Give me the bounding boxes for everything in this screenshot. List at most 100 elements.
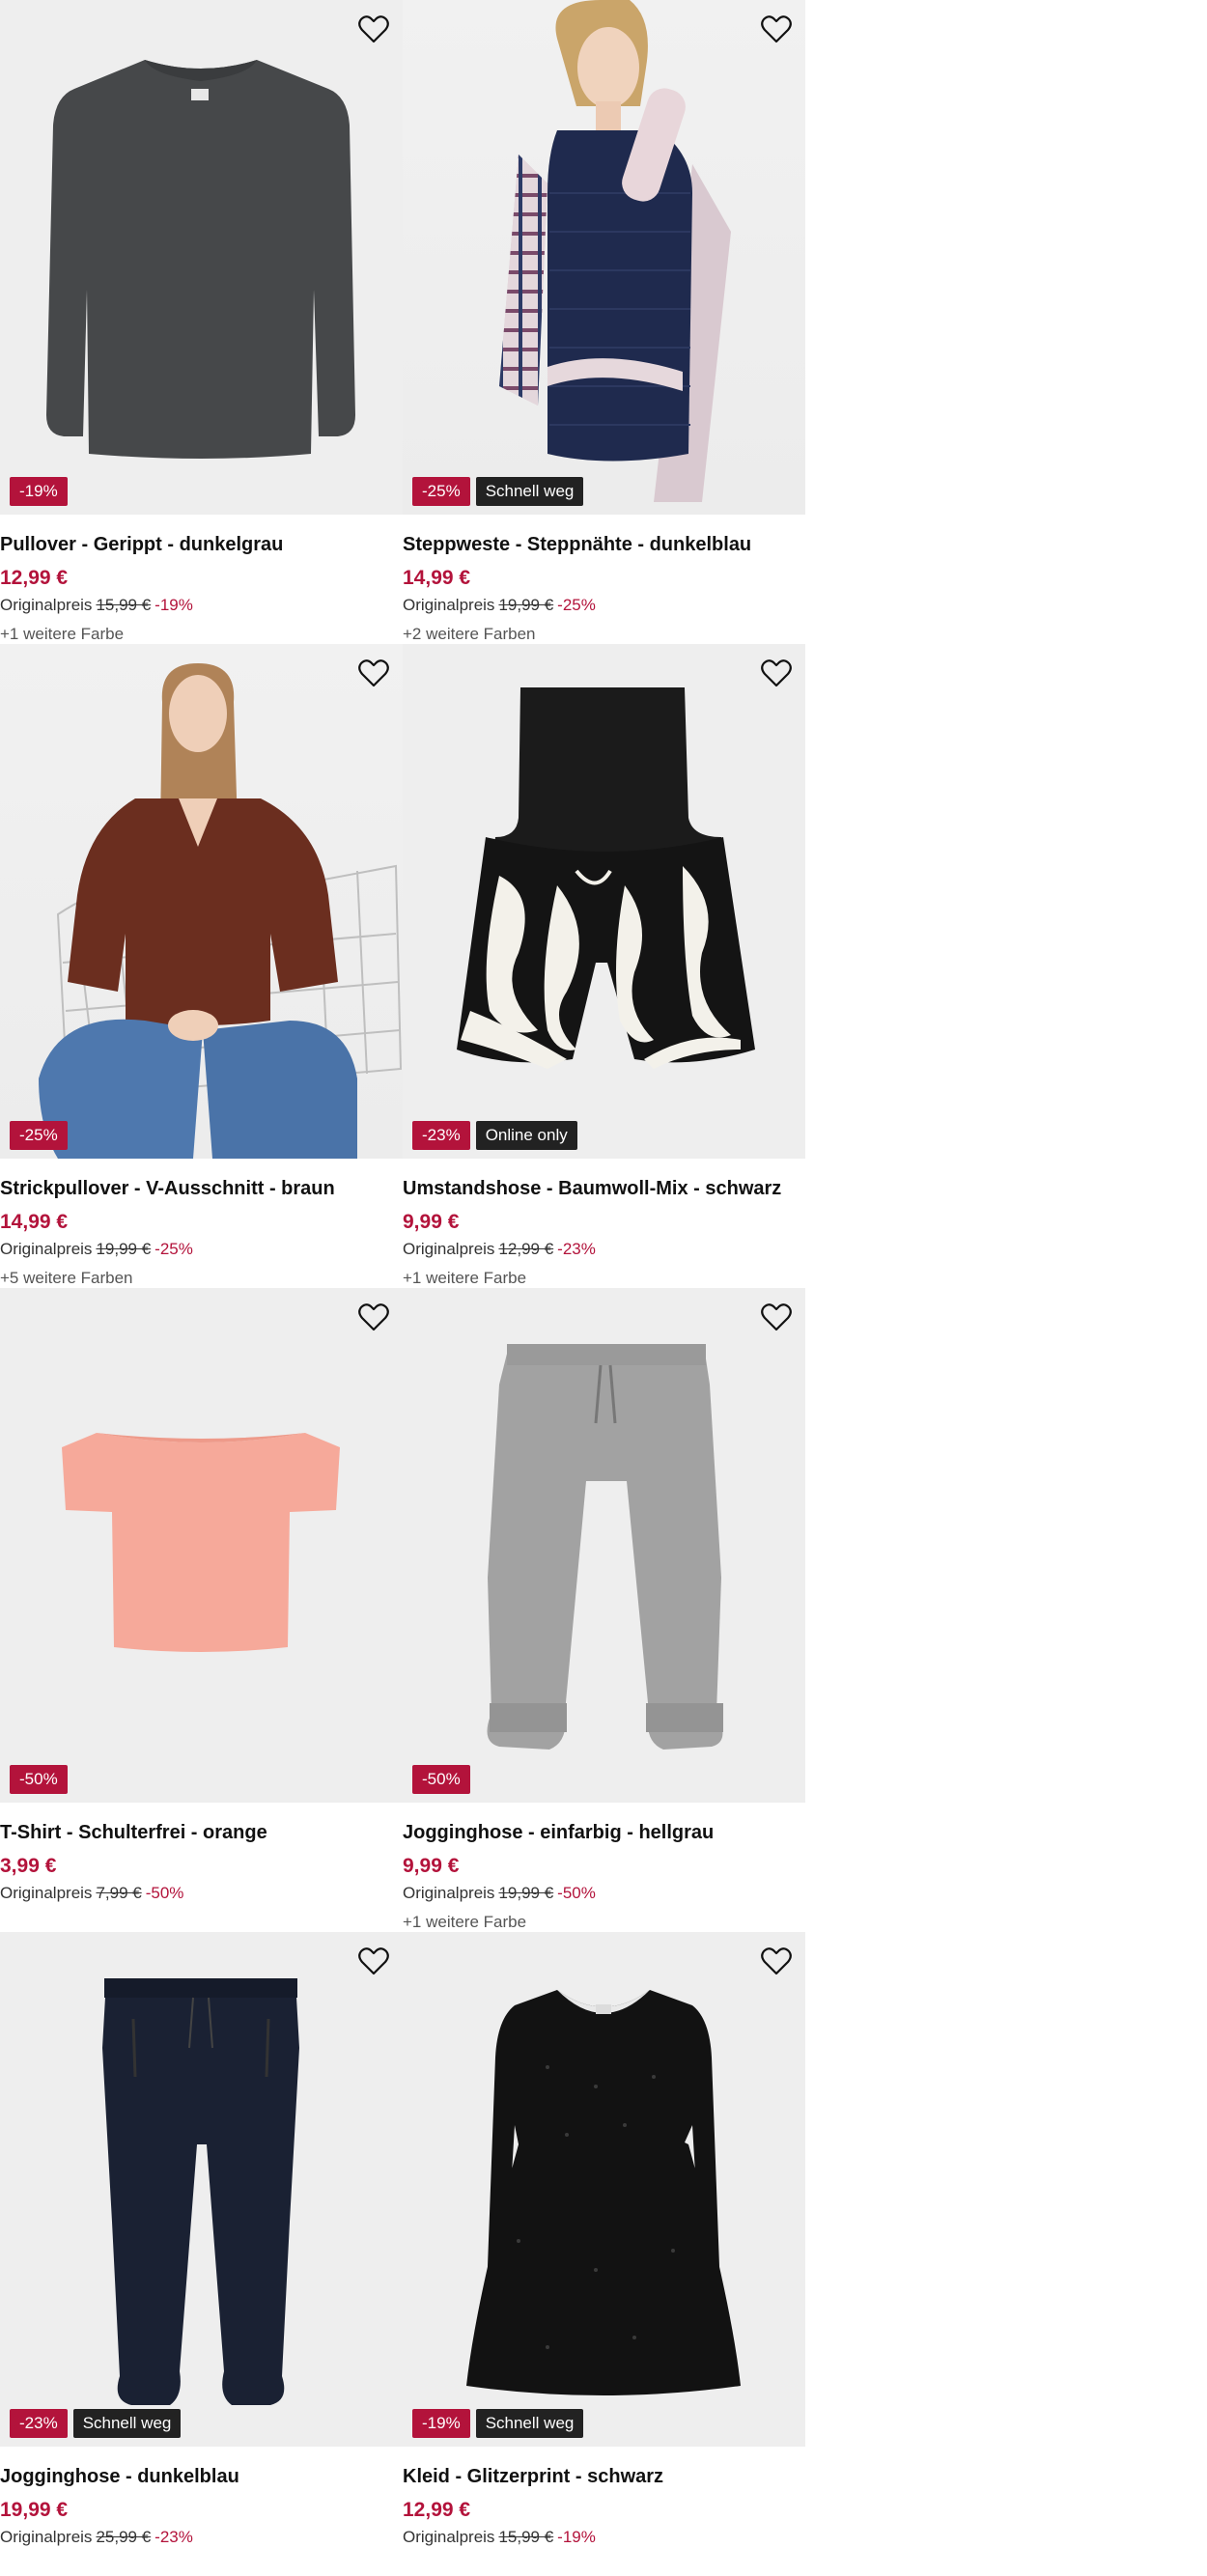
original-price-line: Originalpreis 12,99 € -23% [403,1239,805,1260]
badge-group: -19% Schnell weg [412,2409,584,2438]
product-title[interactable]: Jogginghose - einfarbig - hellgrau [403,1819,805,1846]
original-price-line: Originalpreis 25,99 € -23% [0,2527,403,2548]
discount-badge: -25% [412,477,470,506]
original-price-line: Originalpreis 19,99 € -25% [0,1239,403,1260]
status-badge: Schnell weg [72,2409,182,2438]
product-info: Pullover - Gerippt - dunkelgrau 12,99 € … [0,531,403,644]
discount-percent: -50% [145,1884,184,1902]
more-colors: +5 weitere Farben [0,1269,133,1287]
discount-badge: -19% [412,2409,470,2438]
product-title[interactable]: Umstandshose - Baumwoll-Mix - schwarz [403,1175,805,1202]
discount-percent: -25% [154,1240,193,1258]
product-price: 9,99 € [403,1855,460,1877]
more-colors: +1 weitere Farbe [0,625,125,643]
product-card[interactable]: -19% Pullover - Gerippt - dunkelgrau 12,… [0,0,403,644]
product-price: 14,99 € [0,1211,69,1233]
product-info: Umstandshose - Baumwoll-Mix - schwarz 9,… [403,1175,805,1288]
original-price: 7,99 € [96,1884,142,1902]
original-price-line: Originalpreis 19,99 € -25% [403,595,805,616]
shorts-illustration [457,687,755,1069]
original-price-line: Originalpreis 15,99 € -19% [0,595,403,616]
favorite-button[interactable] [757,1942,796,1980]
status-badge: Schnell weg [475,477,584,506]
product-info: Jogginghose - dunkelblau 19,99 € Origina… [0,2463,403,2548]
product-image[interactable] [0,0,403,515]
more-colors: +1 weitere Farbe [403,1913,527,1931]
product-card[interactable]: -50% T-Shirt - Schulterfrei - orange 3,9… [0,1288,403,1932]
product-card[interactable]: -19% Schnell weg Kleid - Glitzerprint - … [403,1932,805,2576]
product-card[interactable]: -25% Strickpullover - V-Ausschnitt - bra… [0,644,403,1288]
discount-badge: -50% [412,1765,470,1794]
discount-badge: -23% [10,2409,68,2438]
product-price: 12,99 € [403,2499,471,2521]
original-price-label: Originalpreis [0,2528,93,2546]
dress-illustration [466,1990,741,2395]
product-card[interactable]: -23% Online only Umstandshose - Baumwoll… [403,644,805,1288]
status-badge: Online only [475,1121,577,1150]
product-card[interactable]: -50% Jogginghose - einfarbig - hellgrau … [403,1288,805,1932]
product-grid: -19% Pullover - Gerippt - dunkelgrau 12,… [0,0,805,2576]
product-info: Kleid - Glitzerprint - schwarz 12,99 € O… [403,2463,805,2548]
original-price-line: Originalpreis 19,99 € -50% [403,1883,805,1904]
model-sweater-illustration [39,663,403,1159]
more-colors: +2 weitere Farben [403,625,536,643]
product-title[interactable]: Strickpullover - V-Ausschnitt - braun [0,1175,403,1202]
discount-percent: -23% [154,2528,193,2546]
more-colors: +1 weitere Farbe [403,1269,527,1287]
product-card[interactable]: -23% Schnell weg Jogginghose - dunkelbla… [0,1932,403,2576]
original-price: 25,99 € [96,2528,152,2546]
heart-outline-icon [761,1303,792,1331]
discount-percent: -25% [557,596,596,614]
favorite-button[interactable] [354,1942,393,1980]
product-card[interactable]: -25% Schnell weg Steppweste - Steppnähte… [403,0,805,644]
original-price: 15,99 € [96,596,152,614]
original-price: 19,99 € [498,596,554,614]
product-info: T-Shirt - Schulterfrei - orange 3,99 € O… [0,1819,403,1904]
favorite-button[interactable] [757,1298,796,1336]
status-badge: Schnell weg [475,2409,584,2438]
product-image[interactable] [0,1288,403,1803]
product-image[interactable] [0,1932,403,2447]
badge-group: -25% [10,1121,68,1150]
heart-outline-icon [761,1947,792,1975]
product-image[interactable] [403,1932,805,2447]
discount-badge: -19% [10,477,68,506]
product-price: 19,99 € [0,2499,69,2521]
product-title[interactable]: Kleid - Glitzerprint - schwarz [403,2463,805,2490]
product-image[interactable] [0,644,403,1159]
sweater-illustration [46,60,355,459]
original-price: 12,99 € [498,1240,554,1258]
original-price-line: Originalpreis 15,99 € -19% [403,2527,805,2548]
original-price-label: Originalpreis [403,1240,495,1258]
product-title[interactable]: T-Shirt - Schulterfrei - orange [0,1819,403,1846]
heart-outline-icon [761,15,792,43]
product-info: Steppweste - Steppnähte - dunkelblau 14,… [403,531,805,644]
badge-group: -23% Schnell weg [10,2409,182,2438]
discount-badge: -50% [10,1765,68,1794]
product-price: 14,99 € [403,567,471,589]
product-title[interactable]: Steppweste - Steppnähte - dunkelblau [403,531,805,558]
product-title[interactable]: Pullover - Gerippt - dunkelgrau [0,531,403,558]
product-image[interactable] [403,644,805,1159]
discount-badge: -23% [412,1121,470,1150]
favorite-button[interactable] [354,654,393,692]
original-price-label: Originalpreis [403,596,495,614]
favorite-button[interactable] [354,1298,393,1336]
badge-group: -50% [10,1765,68,1794]
original-price: 19,99 € [498,1884,554,1902]
product-info: Jogginghose - einfarbig - hellgrau 9,99 … [403,1819,805,1932]
favorite-button[interactable] [757,10,796,48]
original-price-label: Originalpreis [0,1884,93,1902]
joggers-navy-illustration [102,1978,299,2405]
original-price: 15,99 € [498,2528,554,2546]
favorite-button[interactable] [757,654,796,692]
product-image[interactable] [403,0,805,515]
product-title[interactable]: Jogginghose - dunkelblau [0,2463,403,2490]
heart-outline-icon [358,659,389,687]
favorite-button[interactable] [354,10,393,48]
original-price-label: Originalpreis [403,2528,495,2546]
product-image[interactable] [403,1288,805,1803]
product-price: 9,99 € [403,1211,460,1233]
model-vest-illustration [499,0,731,502]
badge-group: -19% [10,477,68,506]
